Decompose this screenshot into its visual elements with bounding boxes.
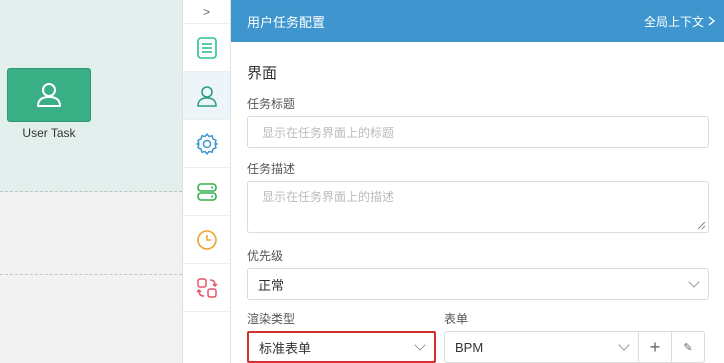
task-desc-textarea[interactable]: 显示在任务界面上的描述 <box>247 181 709 233</box>
lane-divider <box>0 274 182 275</box>
process-canvas[interactable]: User Task <box>0 0 182 363</box>
tab-sync[interactable] <box>183 264 230 312</box>
form-label: 表单 <box>444 312 469 326</box>
user-icon <box>196 85 217 107</box>
global-context-link[interactable]: 全局上下文 <box>644 13 716 30</box>
form-select[interactable]: BPM <box>444 331 639 363</box>
sync-icon <box>195 277 218 298</box>
form-value: BPM <box>455 339 484 355</box>
list-icon <box>196 36 217 59</box>
render-type-label: 渲染类型 <box>247 312 296 326</box>
plus-icon: + <box>649 337 661 357</box>
chevron-down-icon <box>618 339 630 351</box>
priority-select[interactable]: 正常 <box>247 268 709 300</box>
chevron-down-icon <box>414 339 426 351</box>
gear-icon <box>195 132 218 155</box>
edit-icon: ✎ <box>683 341 693 354</box>
render-form-row: 渲染类型 标准表单 表单 BPM + ✎ <box>247 310 710 363</box>
task-title-placeholder: 显示在任务界面上的标题 <box>262 125 395 140</box>
resize-handle-icon[interactable] <box>697 221 706 230</box>
priority-value: 正常 <box>258 277 285 293</box>
panel-header: 用户任务配置 全局上下文 <box>231 0 724 42</box>
render-type-group: 渲染类型 标准表单 <box>247 310 436 363</box>
task-desc-label: 任务描述 <box>247 162 296 176</box>
tab-timer[interactable] <box>183 216 230 264</box>
section-title: 界面 <box>247 65 278 82</box>
add-form-button[interactable]: + <box>639 331 672 363</box>
tab-settings[interactable] <box>183 120 230 168</box>
form-group: 表单 BPM + ✎ <box>444 310 705 363</box>
task-title-input[interactable]: 显示在任务界面上的标题 <box>247 116 709 148</box>
render-type-select[interactable]: 标准表单 <box>247 331 436 363</box>
user-icon <box>37 83 61 107</box>
render-type-value: 标准表单 <box>259 340 312 356</box>
properties-panel: 用户任务配置 全局上下文 界面 任务标题 显示在任务界面上的标题 任务描述 显示… <box>231 0 724 363</box>
chevron-right-icon: > <box>202 4 210 19</box>
task-title-label: 任务标题 <box>247 97 296 111</box>
task-desc-placeholder: 显示在任务界面上的描述 <box>262 190 395 204</box>
chevron-right-icon <box>708 16 716 26</box>
user-task-label: User Task <box>22 126 76 140</box>
properties-tab-strip: > <box>182 0 231 363</box>
tab-user[interactable] <box>183 72 230 120</box>
chevron-down-icon <box>688 276 700 288</box>
global-context-label: 全局上下文 <box>643 14 704 29</box>
tab-list[interactable] <box>183 24 230 72</box>
panel-title: 用户任务配置 <box>247 14 326 30</box>
server-icon <box>196 182 217 201</box>
edit-form-button[interactable]: ✎ <box>672 331 705 363</box>
clock-icon <box>196 229 217 250</box>
tab-data[interactable] <box>183 168 230 216</box>
priority-label: 优先级 <box>247 249 284 263</box>
user-task-node[interactable] <box>7 68 91 122</box>
collapse-toggle[interactable]: > <box>183 0 230 24</box>
